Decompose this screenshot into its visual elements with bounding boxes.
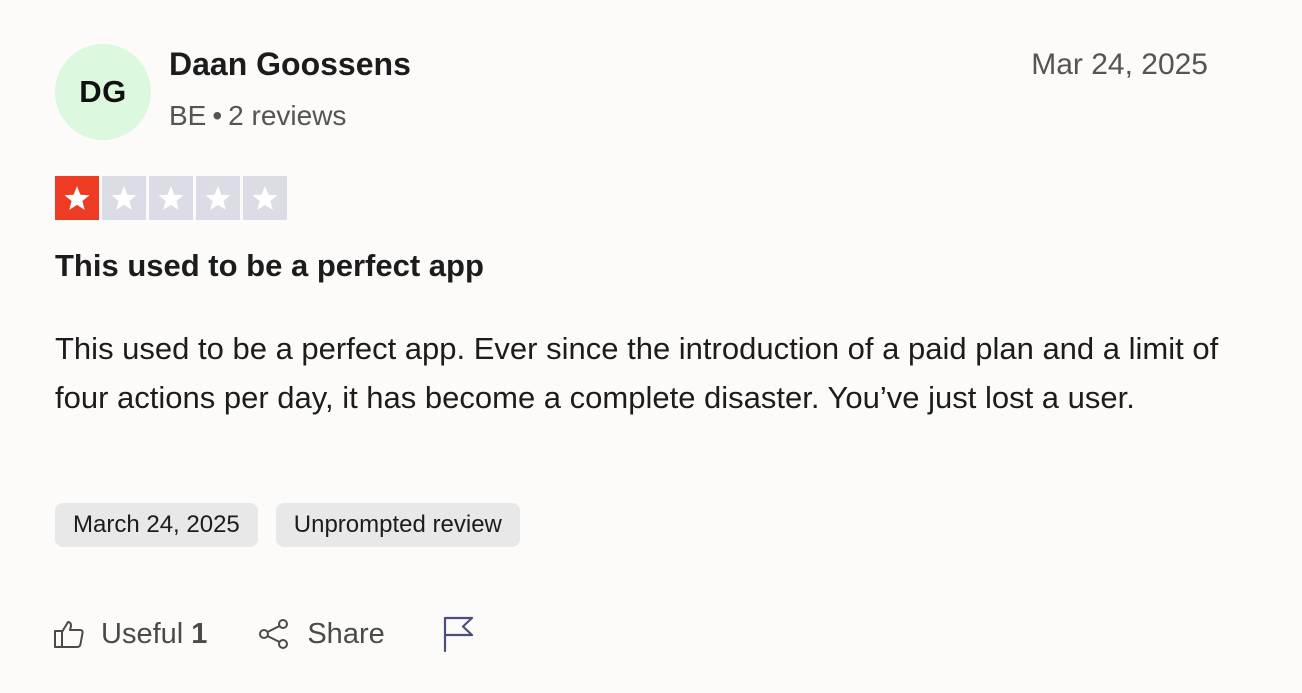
tag-unprompted-review[interactable]: Unprompted review xyxy=(275,503,520,547)
reviewer-review-count: 2 reviews xyxy=(228,100,347,131)
star-icon xyxy=(111,186,137,210)
star-1 xyxy=(55,176,99,220)
review-actions: Useful 1 Share xyxy=(53,612,475,656)
meta-separator: • xyxy=(212,100,223,131)
star-rating xyxy=(55,176,287,220)
useful-button[interactable]: Useful 1 xyxy=(53,618,207,651)
review-tags: March 24, 2025 Unprompted review xyxy=(55,503,520,547)
share-label: Share xyxy=(307,617,385,650)
reviewer-meta: BE • 2 reviews xyxy=(169,100,346,132)
avatar[interactable]: DG xyxy=(55,44,151,140)
star-4 xyxy=(196,176,240,220)
thumbs-up-icon xyxy=(54,621,84,648)
tag-experience-date: March 24, 2025 xyxy=(55,503,258,547)
star-3 xyxy=(149,176,193,220)
star-2 xyxy=(102,176,146,220)
useful-label: Useful xyxy=(101,617,184,650)
review-title[interactable]: This used to be a perfect app xyxy=(55,248,484,284)
reviewer-country: BE xyxy=(169,100,207,131)
flag-icon xyxy=(443,616,473,653)
report-button[interactable] xyxy=(441,615,475,653)
useful-count: 1 xyxy=(191,617,208,650)
reviewer-name[interactable]: Daan Goossens xyxy=(169,46,411,83)
review-date: Mar 24, 2025 xyxy=(1031,48,1208,81)
avatar-initials: DG xyxy=(79,74,127,109)
review-card: DG Daan Goossens BE • 2 reviews Mar 24, 20… xyxy=(0,0,1302,693)
review-body: This used to be a perfect app. Ever sinc… xyxy=(55,331,1219,415)
share-button[interactable]: Share xyxy=(257,617,385,651)
share-icon xyxy=(259,619,289,649)
star-icon xyxy=(252,186,278,210)
star-icon xyxy=(205,186,231,210)
star-5 xyxy=(243,176,287,220)
star-icon xyxy=(158,186,184,210)
star-icon xyxy=(64,186,90,210)
